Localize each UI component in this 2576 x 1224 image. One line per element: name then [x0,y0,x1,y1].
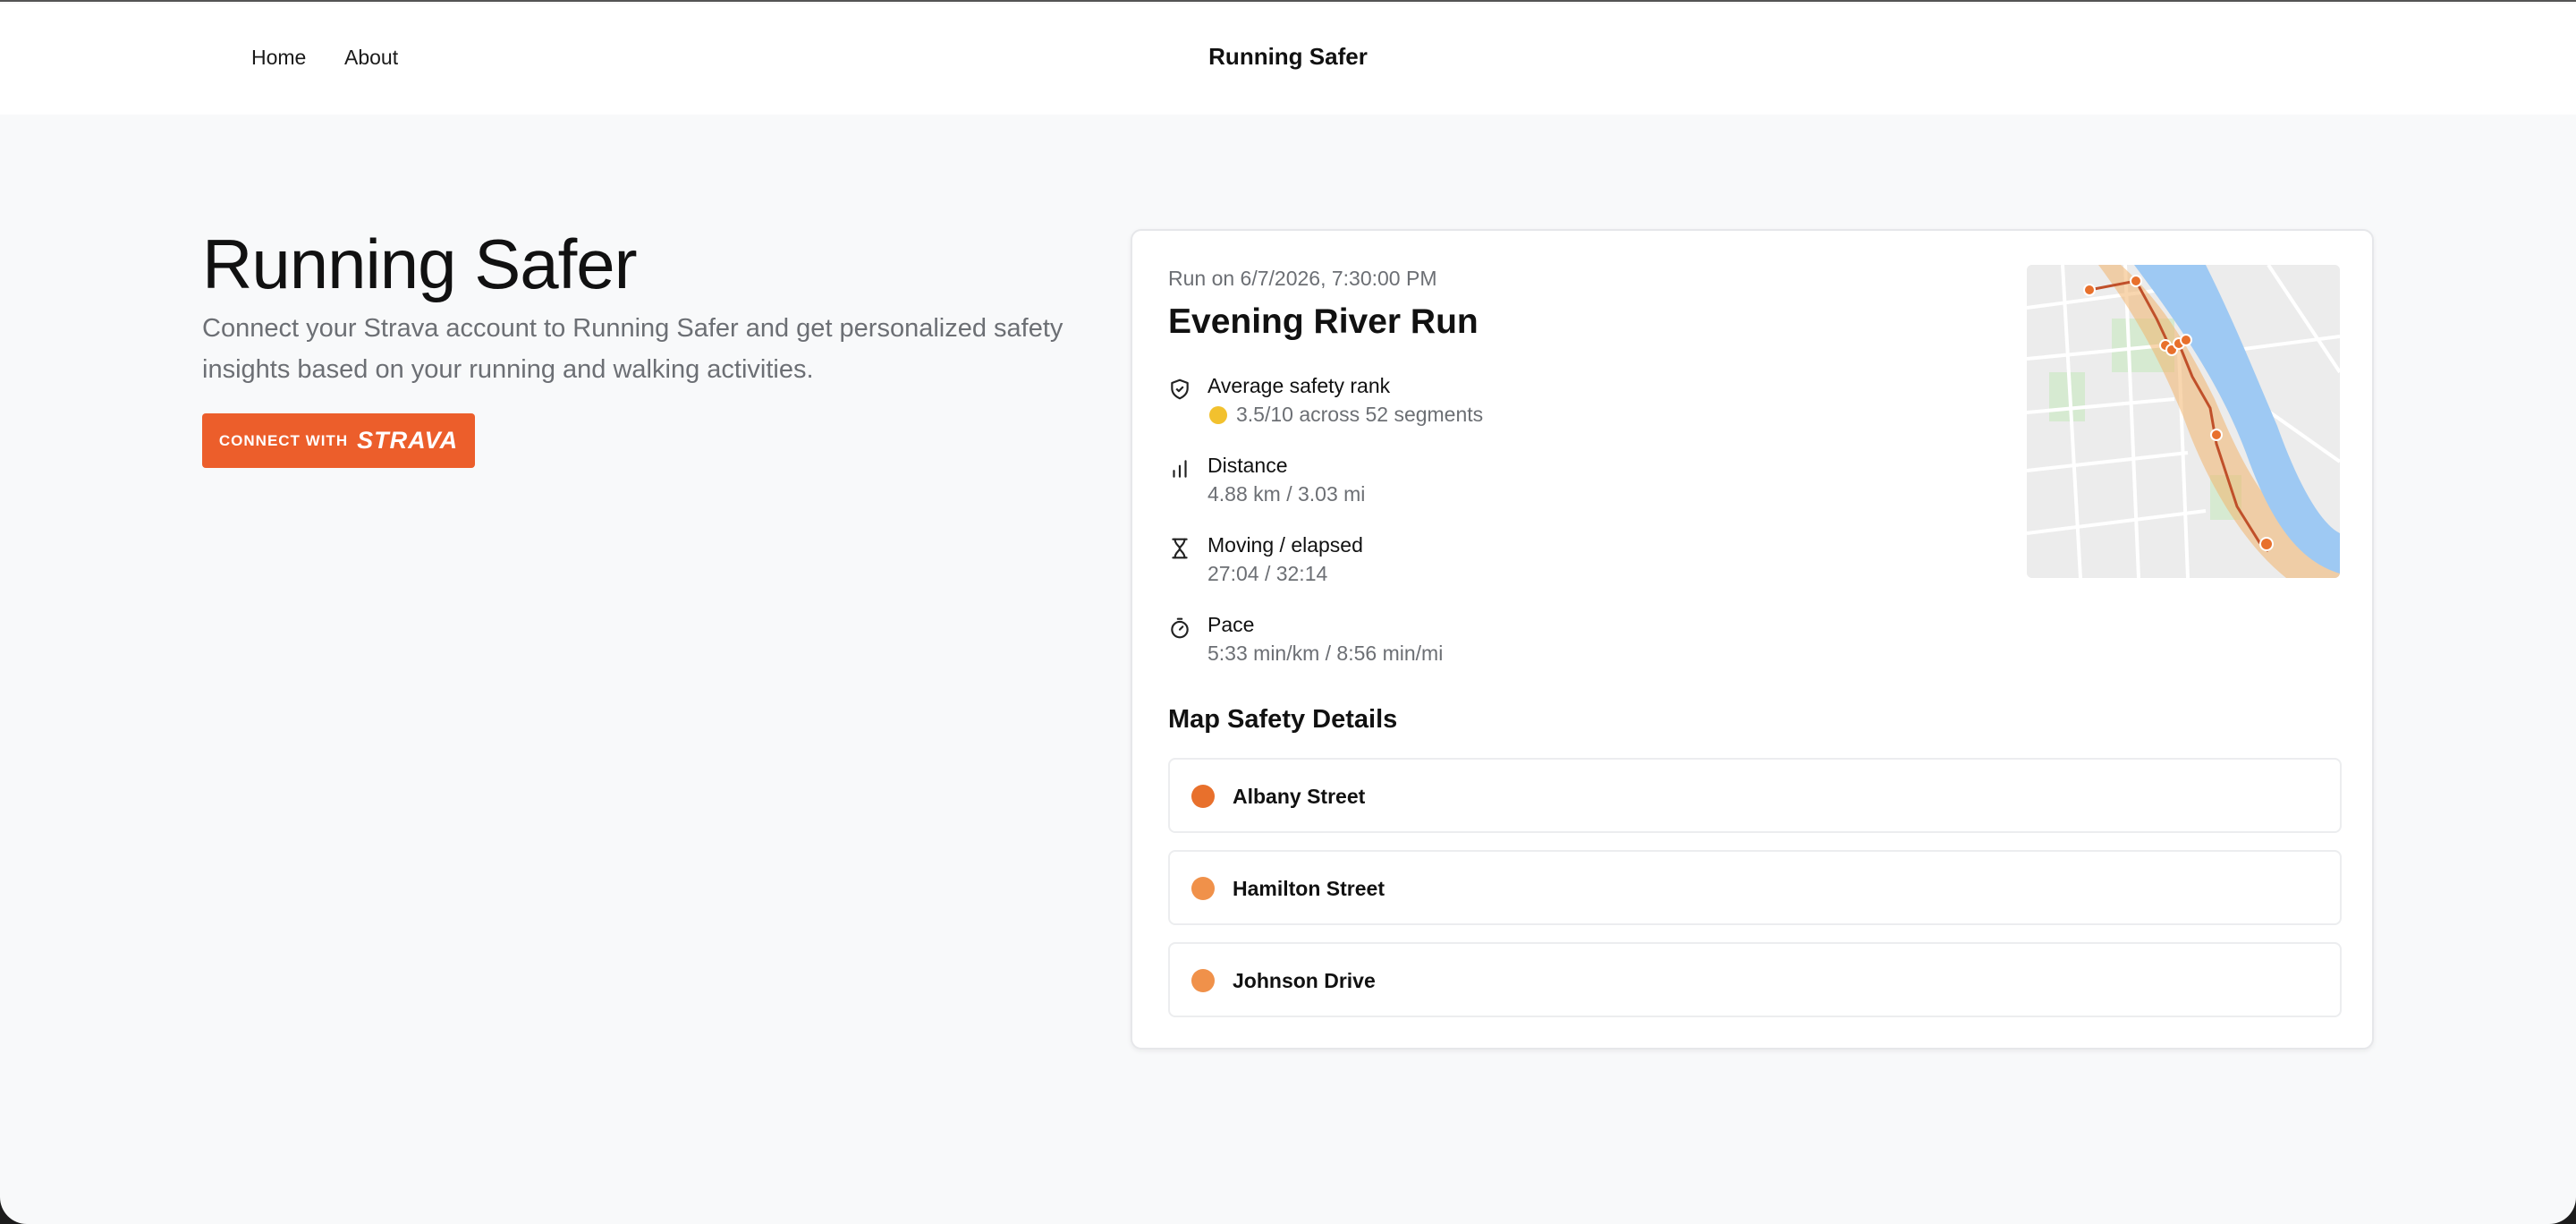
stat-distance: Distance 4.88 km / 3.03 mi [1168,454,1705,516]
stat-pace: Pace 5:33 min/km / 8:56 min/mi [1168,613,1705,676]
hourglass-icon [1172,538,1188,559]
safety-rank-dot [1209,406,1227,424]
stat-value: 27:04 / 32:14 [1208,562,1328,585]
shield-icon [1171,378,1189,400]
street-safety-dot [1191,969,1215,992]
stat-label: Moving / elapsed [1208,533,1363,557]
stat-label: Distance [1208,454,1288,477]
connect-with-label: CONNECT WITH [218,431,349,449]
street-name: Albany Street [1233,785,1366,808]
navbar-brand[interactable]: Running Safer [0,43,2576,71]
browser-viewport: Home About Running Safer Running Safer C… [0,0,2576,1224]
street-item-johnson[interactable]: Johnson Drive [1168,942,2342,1017]
street-item-albany[interactable]: Albany Street [1168,758,2342,833]
hero-description: Connect your Strava account to Running S… [202,314,1063,384]
street-name: Hamilton Street [1233,877,1385,900]
stat-safety-rank: Average safety rank 3.5/10 across 52 seg… [1168,374,1705,437]
hero-title: Running Safer [202,225,638,303]
stat-label: Pace [1208,613,1255,636]
route-map[interactable] [2027,265,2340,578]
stat-moving-elapsed: Moving / elapsed 27:04 / 32:14 [1168,533,1705,596]
stat-value: 3.5/10 across 52 segments [1236,403,1484,426]
street-safety-dot [1191,877,1215,900]
map-safety-details-title: Map Safety Details [1168,705,1398,734]
street-item-hamilton[interactable]: Hamilton Street [1168,850,2342,925]
stat-value: 4.88 km / 3.03 mi [1208,482,1366,506]
run-card: Run on 6/7/2026, 7:30:00 PM Evening Rive… [1131,229,2374,1050]
strava-logo: STRAVA [357,427,459,454]
stat-label: Average safety rank [1208,374,1391,397]
street-name: Johnson Drive [1233,969,1376,992]
top-navbar: Home About Running Safer [0,4,2576,115]
stat-value: 5:33 min/km / 8:56 min/mi [1208,642,1444,665]
street-safety-dot [1191,785,1215,808]
run-date: Run on 6/7/2026, 7:30:00 PM [1168,267,1437,290]
connect-with-strava-button[interactable]: CONNECT WITH STRAVA [202,413,475,468]
run-name: Evening River Run [1168,302,1479,341]
route-map-graphic [2027,265,2340,578]
bar-chart-icon [1173,460,1187,478]
stopwatch-icon [1171,617,1189,639]
